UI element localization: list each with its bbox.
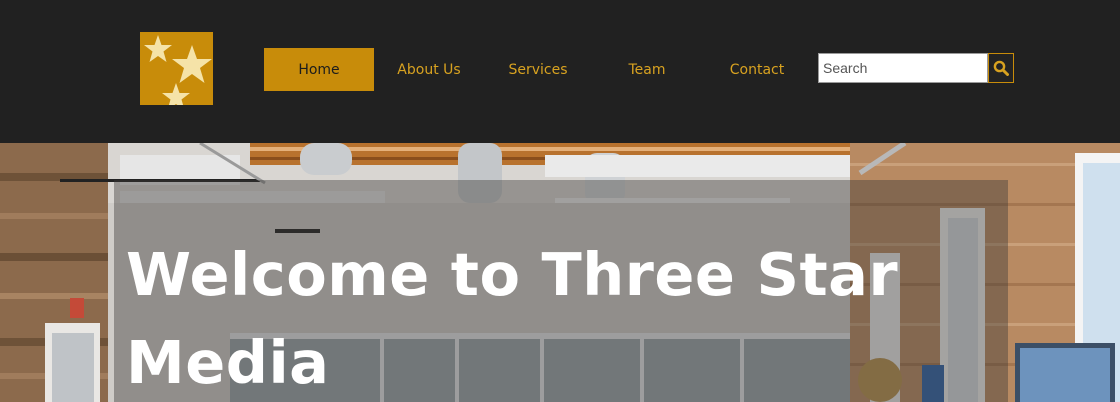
magnifier-icon (993, 60, 1009, 76)
search-button[interactable] (988, 53, 1014, 83)
search-input[interactable] (818, 53, 988, 83)
nav-contact[interactable]: Contact (702, 48, 812, 91)
site-header: Home About Us Services Team Contact (0, 0, 1120, 143)
hero-title: Welcome to Three Star Media (126, 240, 899, 397)
nav-about-us[interactable]: About Us (374, 48, 484, 91)
hero-banner: Welcome to Three Star Media (0, 143, 1120, 402)
nav-home[interactable]: Home (264, 48, 374, 91)
nav-services[interactable]: Services (483, 48, 593, 91)
three-stars-logo-icon (144, 35, 212, 105)
nav-team[interactable]: Team (592, 48, 702, 91)
logo[interactable] (140, 32, 213, 105)
